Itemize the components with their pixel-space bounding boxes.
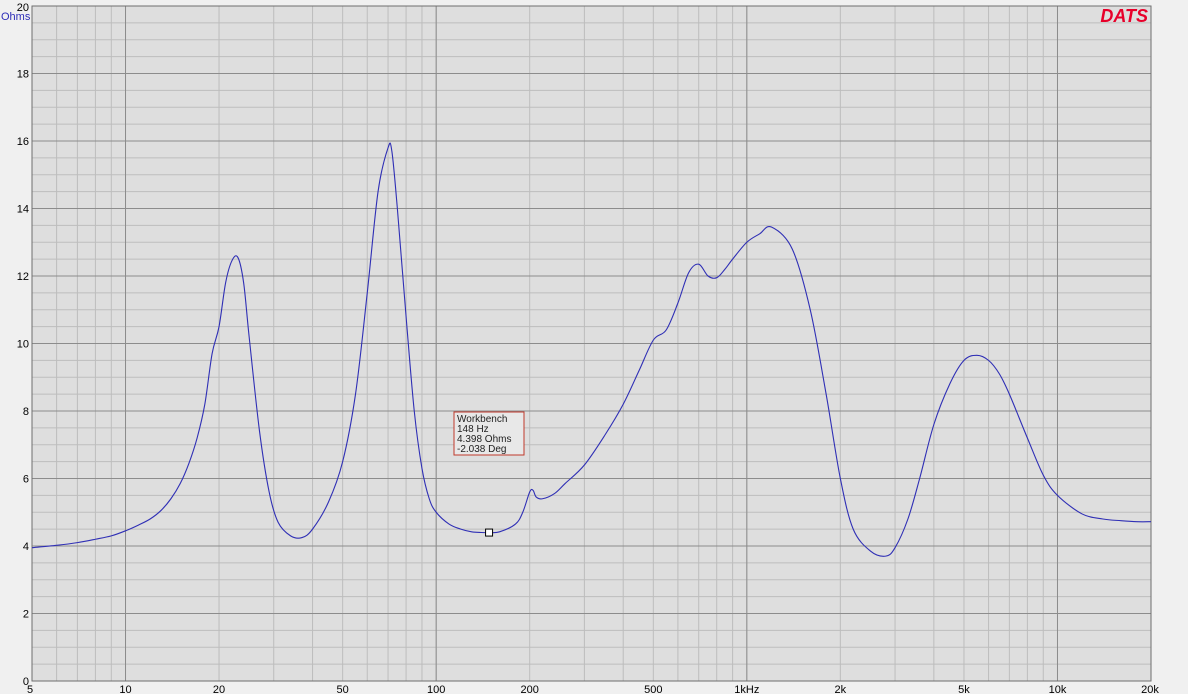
x-axis-tick-labels: 5 10 20 50 100 200 500 1kHz 2k 5k 10k 20k [27,684,1159,694]
y-tick-label: 8 [23,406,29,418]
brand-logo: DATS [1100,6,1148,26]
y-tick-label: 12 [17,271,29,283]
y-tick-label: 18 [17,69,29,81]
y-tick-label: 2 [23,609,29,621]
y-tick-label: 10 [17,339,29,351]
impedance-chart: 02468101214161820 5 10 20 50 100 200 500 1kHz 2k… [1,2,1159,694]
x-tick-label: 10 [119,684,131,694]
x-tick-label: 200 [521,684,539,694]
x-tick-label: 20 [213,684,225,694]
y-tick-label: 6 [23,474,29,486]
cursor-marker [485,528,494,537]
y-axis-tick-labels: 02468101214161820 [17,2,29,688]
x-tick-label: 5k [958,684,970,694]
x-tick-label: 20k [1141,684,1159,694]
x-tick-label: 5 [27,684,33,694]
cursor-tooltip-line: -2.038 Deg [457,444,506,455]
y-tick-label: 16 [17,136,29,148]
x-tick-label: 100 [427,684,445,694]
x-tick-label: 2k [835,684,847,694]
x-tick-label: 1kHz [734,684,759,694]
y-tick-label: 14 [17,204,29,216]
x-tick-label: 500 [644,684,662,694]
y-tick-label: 4 [23,541,29,553]
x-tick-label: 50 [337,684,349,694]
x-tick-label: 10k [1049,684,1067,694]
y-axis-unit-label: Ohms [1,11,31,23]
